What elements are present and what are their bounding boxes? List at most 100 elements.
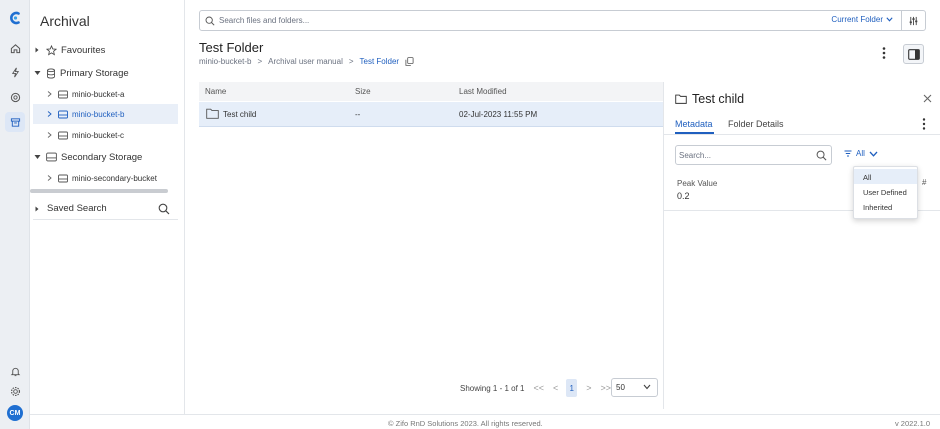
metadata-filter-dropdown[interactable]: All: [844, 149, 878, 158]
bucket-icon: [58, 174, 68, 183]
bucket-icon: [58, 110, 68, 119]
breadcrumb-current: Test Folder: [359, 57, 400, 66]
row-size: --: [355, 110, 361, 119]
caret-down-icon[interactable]: [33, 154, 41, 160]
copy-icon[interactable]: [405, 57, 414, 66]
bell-icon[interactable]: [5, 361, 25, 381]
user-avatar[interactable]: CM: [7, 405, 23, 421]
metadata-hash-column: #: [922, 178, 927, 187]
chevron-right-icon[interactable]: [45, 111, 53, 117]
star-icon: [46, 44, 57, 56]
previous-page-button[interactable]: <: [553, 383, 558, 393]
caret-right-icon[interactable]: [33, 206, 41, 212]
details-panel-toggle-button[interactable]: [903, 44, 924, 64]
filter-option-user-defined[interactable]: User Defined: [854, 184, 917, 199]
more-options-button[interactable]: [880, 46, 888, 60]
pagination: Showing 1 - 1 of 1 << < 1 > >>: [460, 378, 611, 398]
tab-divider: [664, 134, 940, 135]
breadcrumb-separator: >: [348, 57, 354, 66]
filter-option-inherited[interactable]: Inherited: [854, 199, 917, 214]
table-row[interactable]: Test child -- 02-Jul-2023 11:55 PM: [199, 102, 663, 127]
storage-drive-icon: [46, 152, 57, 162]
tree-item-secondary-storage[interactable]: Secondary Storage: [33, 147, 178, 167]
caret-right-icon[interactable]: [33, 47, 41, 53]
search-scope-dropdown[interactable]: Current Folder: [831, 15, 893, 24]
search-input[interactable]: Search files and folders...: [219, 16, 309, 25]
icon-rail: CM: [0, 0, 30, 429]
tree-item-favourites[interactable]: Favourites: [33, 40, 178, 60]
advanced-filter-button[interactable]: [901, 11, 925, 30]
database-icon: [46, 68, 56, 79]
tree-item-label: minio-secondary-bucket: [72, 173, 157, 183]
metadata-value: 0.2: [677, 191, 690, 201]
page-size-select[interactable]: 50: [611, 378, 658, 397]
home-icon[interactable]: [5, 38, 25, 58]
breadcrumb-link[interactable]: minio-bucket-b: [199, 57, 251, 66]
tree-item-label: minio-bucket-b: [72, 109, 125, 119]
tree-item-label: Primary Storage: [60, 67, 129, 79]
tab-folder-details[interactable]: Folder Details: [728, 119, 784, 129]
settings-gear-icon[interactable]: [5, 381, 25, 401]
sidebar-horizontal-scrollbar[interactable]: [30, 189, 168, 193]
last-page-button[interactable]: >>: [601, 383, 612, 393]
version-text: v 2022.1.0: [894, 419, 930, 428]
filter-label: All: [856, 149, 865, 158]
pagination-summary: Showing 1 - 1 of 1: [460, 383, 525, 393]
chevron-down-icon: [886, 17, 893, 22]
footer: © Zifo RnD Solutions 2023. All rights re…: [30, 414, 940, 429]
first-page-button[interactable]: <<: [533, 383, 544, 393]
tree-item-label: Secondary Storage: [61, 151, 143, 163]
search-icon[interactable]: [816, 150, 827, 161]
tree-item-label: minio-bucket-c: [72, 130, 125, 140]
search-icon[interactable]: [158, 203, 170, 215]
search-icon: [205, 16, 215, 26]
tree-item-bucket-c[interactable]: minio-bucket-c: [33, 125, 178, 145]
copyright-text: © Zifo RnD Solutions 2023. All rights re…: [388, 419, 543, 428]
column-header-last-modified[interactable]: Last Modified: [459, 87, 507, 96]
close-icon[interactable]: [923, 94, 932, 103]
filter-icon: [844, 150, 852, 157]
column-header-size[interactable]: Size: [355, 87, 371, 96]
lightning-icon[interactable]: [5, 62, 25, 82]
chevron-right-icon[interactable]: [45, 175, 53, 181]
filter-options-menu: All User Defined Inherited: [853, 166, 918, 219]
chevron-right-icon[interactable]: [45, 132, 53, 138]
breadcrumb-link[interactable]: Archival user manual: [268, 57, 343, 66]
tree-item-label: minio-bucket-a: [72, 89, 125, 99]
tree-item-bucket-a[interactable]: minio-bucket-a: [33, 84, 178, 104]
page-size-value: 50: [616, 383, 625, 392]
tree-item-primary-storage[interactable]: Primary Storage: [33, 63, 178, 83]
global-search-bar: Search files and folders... Current Fold…: [199, 10, 926, 31]
row-last-modified: 02-Jul-2023 11:55 PM: [459, 110, 538, 119]
bucket-icon: [58, 90, 68, 99]
chevron-down-icon: [869, 151, 878, 157]
tab-metadata[interactable]: Metadata: [675, 119, 713, 129]
breadcrumb: minio-bucket-b > Archival user manual > …: [199, 57, 414, 66]
tree-item-bucket-b[interactable]: minio-bucket-b: [33, 104, 178, 124]
side-panel-icon: [907, 48, 920, 60]
folder-icon: [206, 108, 219, 119]
column-header-name[interactable]: Name: [205, 87, 226, 96]
metadata-key: Peak Value: [677, 179, 718, 188]
tree-item-label: Favourites: [61, 44, 106, 56]
app-logo-icon[interactable]: [5, 8, 25, 28]
page-number-current[interactable]: 1: [566, 379, 578, 397]
chevron-down-icon: [643, 384, 651, 390]
bucket-icon: [58, 131, 68, 140]
details-more-options-button[interactable]: [921, 117, 927, 131]
breadcrumb-separator: >: [257, 57, 263, 66]
next-page-button[interactable]: >: [586, 383, 591, 393]
tree-item-secondary-bucket[interactable]: minio-secondary-bucket: [33, 168, 178, 188]
target-icon[interactable]: [5, 87, 25, 107]
saved-search-section[interactable]: Saved Search: [33, 198, 178, 220]
archive-icon[interactable]: [5, 112, 25, 132]
chevron-right-icon[interactable]: [45, 91, 53, 97]
row-name[interactable]: Test child: [223, 110, 256, 119]
details-title-text: Test child: [692, 92, 745, 106]
details-panel: Test child Metadata Folder Details Searc…: [663, 82, 940, 409]
caret-down-icon[interactable]: [33, 70, 41, 76]
metadata-search-placeholder: Search...: [679, 150, 712, 160]
table-header: Name Size Last Modified: [199, 82, 663, 101]
filter-option-all[interactable]: All: [854, 169, 917, 184]
metadata-search-input[interactable]: Search...: [675, 145, 832, 165]
